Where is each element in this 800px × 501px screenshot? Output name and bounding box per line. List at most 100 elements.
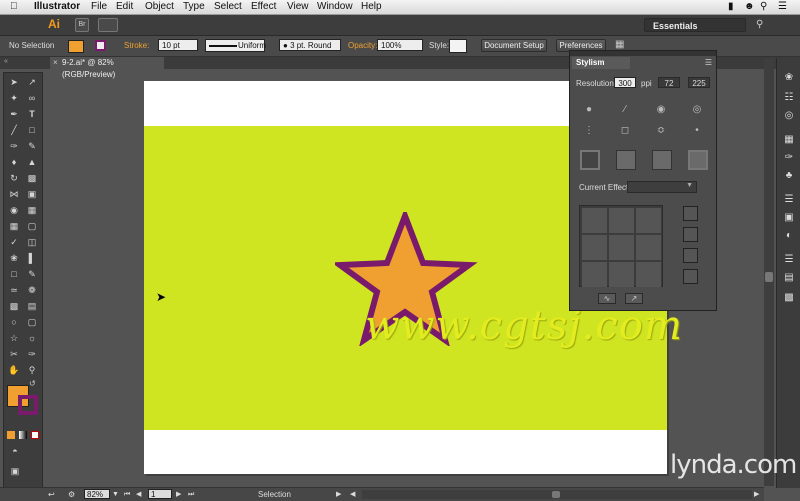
panel-header-strip[interactable] — [570, 51, 716, 56]
stroke-label[interactable]: Stroke: — [124, 40, 149, 52]
star-tool-icon[interactable]: ☆ — [7, 332, 21, 344]
brush-definition-select[interactable]: ● 3 pt. Round — [279, 39, 341, 51]
none-mode-icon[interactable] — [31, 431, 39, 439]
document-setup-button[interactable]: Document Setup — [481, 39, 547, 52]
resolution-input[interactable]: 300 — [614, 77, 636, 88]
rectangle-tool-icon[interactable]: □ — [25, 124, 39, 136]
style-slot-3[interactable] — [683, 248, 698, 263]
zoom-dropdown-icon[interactable]: ▼ — [112, 489, 119, 500]
effect-preview-grid[interactable] — [579, 205, 663, 287]
menu-help[interactable]: Help — [361, 1, 382, 13]
color-guide-icon[interactable]: ☷ — [782, 92, 796, 104]
zoom-tool-icon[interactable]: ⚲ — [25, 364, 39, 376]
stroke-swatch[interactable] — [95, 40, 106, 51]
next-artboard-icon[interactable]: ▶ — [176, 489, 181, 500]
flare-tool-icon[interactable]: ☼ — [25, 332, 39, 344]
blend-tool-icon[interactable]: ◫ — [25, 236, 39, 248]
shadow-effect-icon[interactable]: ≎ — [654, 125, 668, 137]
stylism-tab[interactable]: Stylism — [572, 57, 630, 69]
status-share-icon[interactable]: ↩ — [48, 489, 55, 500]
menu-select[interactable]: Select — [214, 1, 242, 13]
shape-builder-tool-icon[interactable]: ◉ — [7, 204, 21, 216]
chart-tool-icon[interactable]: ▤ — [25, 300, 39, 312]
previous-artboard-icon[interactable]: ◀ — [136, 489, 141, 500]
mesh-tool-icon[interactable]: ▦ — [7, 220, 21, 232]
slice-tool-icon[interactable]: ✎ — [25, 268, 39, 280]
bridge-button[interactable]: Br — [75, 18, 89, 32]
pencil-tool-icon[interactable]: ✎ — [25, 140, 39, 152]
inner-glow-effect-icon[interactable]: ◉ — [654, 104, 668, 116]
status-menu-icon[interactable]: ▶ — [336, 489, 341, 500]
color-panel-icon[interactable]: ❀ — [782, 72, 796, 84]
swatches-panel-icon[interactable]: ▦ — [782, 134, 796, 146]
scribble-effect-icon[interactable]: ◻ — [618, 125, 632, 137]
blob-brush-tool-icon[interactable]: ♦ — [7, 156, 21, 168]
graphic-styles-panel-icon[interactable]: ▩ — [782, 292, 796, 304]
selection-tool-icon[interactable]: ➤ — [7, 76, 21, 88]
first-artboard-icon[interactable]: ⏮ — [124, 489, 130, 500]
resolution-225-button[interactable]: 225 — [688, 77, 710, 88]
rotate-tool-icon[interactable]: ↻ — [7, 172, 21, 184]
rounded-rectangle-tool-icon[interactable]: ▢ — [25, 316, 39, 328]
menu-window[interactable]: Window — [317, 1, 353, 13]
fill-swatch[interactable] — [68, 40, 84, 53]
column-graph-tool-icon[interactable]: ▌ — [25, 252, 39, 264]
transparency-panel-icon[interactable]: ◐ — [782, 230, 796, 242]
drawing-mode-icon[interactable]: ◓ — [8, 445, 22, 457]
opacity-label[interactable]: Opacity: — [348, 40, 377, 52]
magic-wand-tool-icon[interactable]: ✦ — [7, 92, 21, 104]
workspace-switcher[interactable]: Essentials — [644, 18, 746, 32]
menu-app-name[interactable]: Illustrator — [34, 1, 80, 13]
close-tab-icon[interactable]: × — [53, 57, 58, 69]
glow-effect-icon[interactable]: • — [690, 125, 704, 137]
hand-tool-icon[interactable]: ✋ — [7, 364, 21, 376]
scissors-tool-icon[interactable]: ✂ — [7, 348, 21, 360]
symbol-sprayer-tool-icon[interactable]: ❀ — [7, 252, 21, 264]
gradient-tool-icon[interactable]: ▢ — [25, 220, 39, 232]
style-slot-2[interactable] — [683, 227, 698, 242]
brushes-panel-icon[interactable]: ✑ — [782, 152, 796, 164]
scroll-left-icon[interactable]: ◀ — [350, 489, 355, 500]
preset-2[interactable] — [616, 150, 636, 170]
spotlight-search-icon[interactable]: ⚲ — [760, 1, 767, 12]
document-tab[interactable]: × 9-2.ai* @ 82% (RGB/Preview) — [50, 57, 164, 79]
current-effect-select[interactable]: ▼ — [627, 181, 697, 193]
zoom-level-input[interactable]: 82% — [84, 489, 110, 499]
search-help-icon[interactable]: ⚲ — [756, 19, 763, 30]
eraser-tool-icon[interactable]: ▲ — [25, 156, 39, 168]
line-tool-icon[interactable]: ╱ — [7, 124, 21, 136]
battery-icon[interactable]: ▮ — [728, 1, 734, 12]
stroke-weight-input[interactable]: 10 pt — [158, 39, 198, 51]
graphic-style-swatch[interactable] — [449, 39, 467, 53]
direct-selection-tool-icon[interactable]: ↗ — [25, 76, 39, 88]
free-transform-tool-icon[interactable]: ▣ — [25, 188, 39, 200]
stroke-panel-icon[interactable]: ☰ — [782, 194, 796, 206]
feather-effect-icon[interactable]: ∕ — [618, 104, 632, 116]
panel-menu-icon[interactable]: ☰ — [705, 58, 712, 67]
swap-fill-stroke-icon[interactable]: ↺ — [29, 379, 36, 388]
style-slot-4[interactable] — [683, 269, 698, 284]
outer-glow-effect-icon[interactable]: ◎ — [690, 104, 704, 116]
vertical-scrollbar[interactable] — [764, 58, 774, 486]
horizontal-scrollbar[interactable] — [362, 490, 752, 499]
arrange-icon[interactable]: ▦ — [615, 39, 624, 50]
menu-view[interactable]: View — [287, 1, 309, 13]
layers-panel-icon[interactable]: ☰ — [782, 254, 796, 266]
apple-menu-icon[interactable]:  — [10, 1, 18, 13]
perspective-grid-tool-icon[interactable]: ▦ — [25, 204, 39, 216]
gradient-mode-icon[interactable] — [19, 431, 27, 439]
collapse-arrows-icon[interactable]: « — [4, 58, 8, 65]
live-paint-tool-icon[interactable]: ▩ — [7, 300, 21, 312]
artboards-panel-icon[interactable]: ▤ — [782, 272, 796, 284]
pen-tool-icon[interactable]: ✒ — [7, 108, 21, 120]
user-icon[interactable]: ☻ — [744, 1, 755, 12]
preset-4[interactable] — [688, 150, 708, 170]
menu-effect[interactable]: Effect — [251, 1, 276, 13]
menu-file[interactable]: File — [91, 1, 107, 13]
screen-mode-icon[interactable]: ▣ — [8, 465, 22, 477]
last-artboard-icon[interactable]: ⏭ — [188, 489, 194, 500]
type-tool-icon[interactable]: T — [25, 108, 39, 120]
scroll-right-icon[interactable]: ▶ — [754, 489, 759, 500]
horizontal-scrollbar-thumb[interactable] — [552, 491, 560, 498]
menu-edit[interactable]: Edit — [116, 1, 133, 13]
